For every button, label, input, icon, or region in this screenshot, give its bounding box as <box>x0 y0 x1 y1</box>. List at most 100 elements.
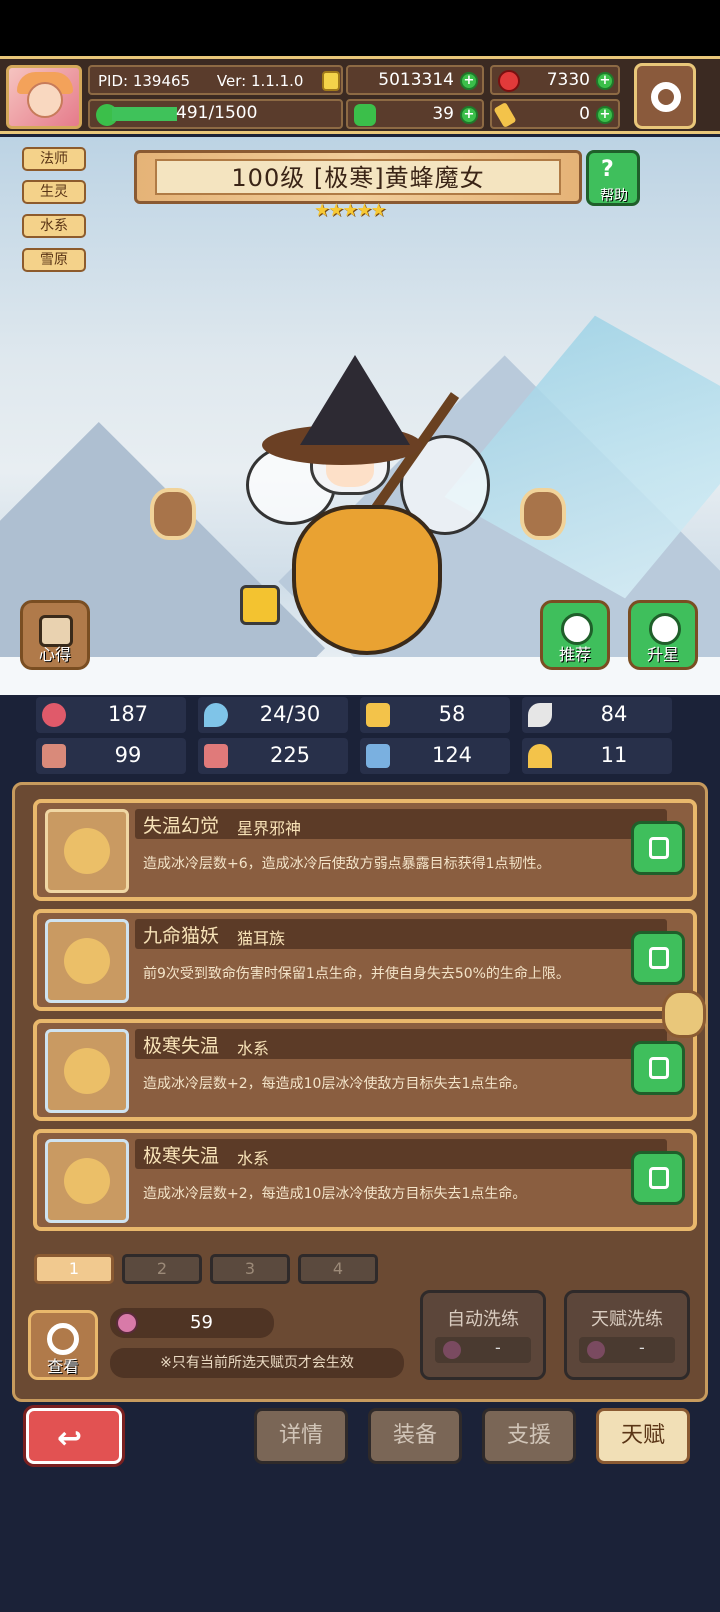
star-up-button[interactable]: 升星 <box>628 600 698 670</box>
auto-reroll-cost: - <box>435 1337 531 1363</box>
player-id: PID: 139465 <box>98 72 191 90</box>
star-up-label: 升星 <box>646 645 679 664</box>
player-info-box: PID: 139465 Ver: 1.1.1.0 <box>88 65 343 95</box>
top-header: PID: 139465 Ver: 1.1.1.0 5013314 + 7330 … <box>0 56 720 134</box>
recommend-label: 推荐 <box>558 645 591 664</box>
panel-side-knob-icon[interactable] <box>662 990 706 1038</box>
boot-icon <box>366 744 390 768</box>
tag-element[interactable]: 水系 <box>22 214 86 238</box>
game-version: Ver: 1.1.1.0 <box>216 72 304 90</box>
talent-name: 九命猫妖 <box>143 925 220 947</box>
staff-orb <box>240 585 280 625</box>
auto-reroll-label: 自动洗练 <box>447 1309 519 1330</box>
stat-magic-value: 225 <box>269 743 311 767</box>
talent-card[interactable]: 极寒失温 水系 造成冰冷层数+2，每造成10层冰冷使敌方目标失去1点生命。 <box>33 1019 697 1121</box>
coin-icon <box>322 71 340 91</box>
back-button[interactable]: ↩ <box>26 1408 122 1464</box>
talent-lock-button[interactable] <box>631 821 685 875</box>
cat-talent-icon <box>64 938 110 984</box>
add-gold-button[interactable]: + <box>460 72 478 90</box>
stat-agility-value: 124 <box>431 743 473 767</box>
gear-icon <box>651 82 681 112</box>
talent-card[interactable]: 极寒失温 水系 造成冰冷层数+2，每造成10层冰冷使敌方目标失去1点生命。 <box>33 1129 697 1231</box>
talent-lock-button[interactable] <box>631 1151 685 1205</box>
page-tab-3[interactable]: 3 <box>210 1254 290 1284</box>
star-talent-icon <box>64 828 110 874</box>
stat-mana: 24/30 <box>198 697 348 733</box>
add-clover-button[interactable]: + <box>460 106 478 124</box>
book-icon <box>204 744 228 768</box>
water-drop-icon <box>204 703 228 727</box>
stat-defense: 58 <box>360 697 510 733</box>
hat-cone <box>300 355 410 445</box>
talent-reroll-button[interactable]: 天赋洗练 - <box>564 1290 690 1380</box>
talent-description: 造成冰冷层数+2，每造成10层冰冷使敌方目标失去1点生命。 <box>143 1186 527 1202</box>
talent-lock-button[interactable] <box>631 931 685 985</box>
wing-icon <box>528 703 552 727</box>
talent-reroll-cost: - <box>579 1337 675 1363</box>
tag-terrain[interactable]: 雪原 <box>22 248 86 272</box>
rotate-right-stone-icon[interactable] <box>520 488 566 540</box>
tips-label: 心得 <box>38 645 71 664</box>
stat-agility: 124 <box>360 738 510 774</box>
horseshoe-icon <box>528 744 552 768</box>
talent-lock-button[interactable] <box>631 1041 685 1095</box>
key-value: 0 <box>579 104 590 124</box>
player-avatar[interactable] <box>6 65 82 129</box>
stat-magic: 225 <box>198 738 348 774</box>
gem-counter: 7330 + <box>490 65 620 95</box>
question-icon: ? <box>601 157 614 182</box>
tag-class[interactable]: 法师 <box>22 147 86 171</box>
settings-button[interactable] <box>634 63 696 129</box>
talent-card[interactable]: 九命猫妖 猫耳族 前9次受到致命伤害时保留1点生命，并使自身失去50%的生命上限… <box>33 909 697 1011</box>
gem-value: 7330 <box>546 70 590 90</box>
stat-hp-value: 187 <box>107 702 149 726</box>
stat-luck: 11 <box>522 738 672 774</box>
talent-reroll-cost-value: - <box>639 1338 645 1357</box>
talent-icon-frame <box>45 809 129 893</box>
tab-details[interactable]: 详情 <box>254 1408 348 1464</box>
lock-icon <box>649 1057 669 1079</box>
page-tab-1[interactable]: 1 <box>34 1254 114 1284</box>
key-icon <box>493 101 517 129</box>
lock-icon <box>649 947 669 969</box>
stat-mana-value: 24/30 <box>259 702 321 726</box>
potion-icon <box>443 1341 461 1359</box>
tag-race[interactable]: 生灵 <box>22 180 86 204</box>
rotate-left-stone-icon[interactable] <box>150 488 196 540</box>
talent-name: 极寒失温 <box>143 1145 220 1167</box>
potion-counter: 59 <box>110 1308 274 1338</box>
status-bar-area <box>0 0 720 56</box>
tab-talent[interactable]: 天赋 <box>596 1408 690 1464</box>
view-button[interactable]: 查看 <box>28 1310 98 1380</box>
magnifier-icon <box>47 1323 79 1355</box>
recommend-button[interactable]: 推荐 <box>540 600 610 670</box>
talent-page-note: ※只有当前所选天赋页才会生效 <box>110 1348 404 1378</box>
auto-reroll-button[interactable]: 自动洗练 - <box>420 1290 546 1380</box>
help-button[interactable]: ? 帮助 <box>586 150 640 206</box>
tips-button[interactable]: 心得 <box>20 600 90 670</box>
hero-character[interactable] <box>240 355 500 685</box>
stat-speed-value: 84 <box>600 702 628 726</box>
talent-description: 造成冰冷层数+6，造成冰冷后使敌方弱点暴露目标获得1点韧性。 <box>143 856 551 872</box>
gold-counter: 5013314 + <box>346 65 484 95</box>
talent-source: 水系 <box>237 1039 270 1058</box>
stat-luck-value: 11 <box>600 743 628 767</box>
talent-icon-frame <box>45 1139 129 1223</box>
tab-equipment[interactable]: 装备 <box>368 1408 462 1464</box>
add-gems-button[interactable]: + <box>596 72 614 90</box>
talent-icon-frame <box>45 919 129 1003</box>
page-tab-4[interactable]: 4 <box>298 1254 378 1284</box>
water-talent-icon <box>64 1048 110 1094</box>
talent-reroll-label: 天赋洗练 <box>591 1309 663 1330</box>
tab-support[interactable]: 支援 <box>482 1408 576 1464</box>
stat-speed: 84 <box>522 697 672 733</box>
experience-text: 491/1500 <box>176 103 258 123</box>
stat-attack: 99 <box>36 738 186 774</box>
key-counter: 0 + <box>490 99 620 129</box>
talent-name: 极寒失温 <box>143 1035 220 1057</box>
potion-icon <box>587 1341 605 1359</box>
add-key-button[interactable]: + <box>596 106 614 124</box>
page-tab-2[interactable]: 2 <box>122 1254 202 1284</box>
talent-card[interactable]: 失温幻觉 星界邪神 造成冰冷层数+6，造成冰冷后使敌方弱点暴露目标获得1点韧性。 <box>33 799 697 901</box>
